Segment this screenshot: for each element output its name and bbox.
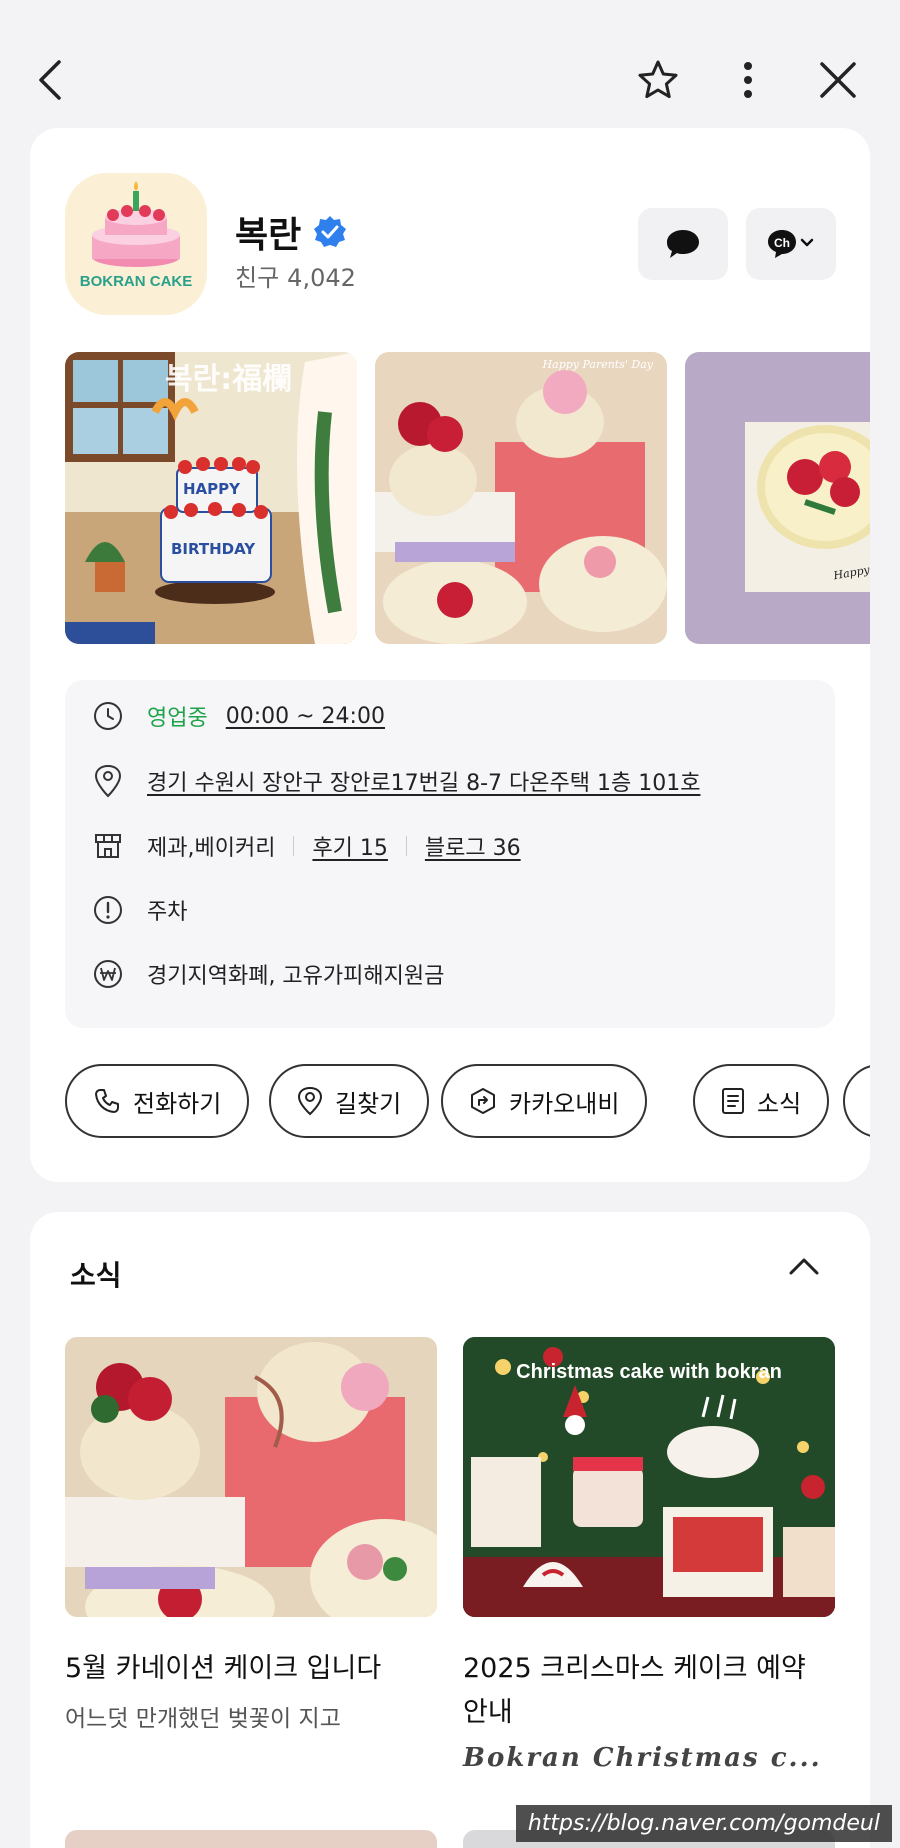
photo-gallery[interactable]: 복란:福欄 HAPPY BIRTHDAY Happy Parents' Day — [65, 352, 870, 644]
news-button[interactable]: 소식 — [693, 1064, 830, 1138]
chat-button[interactable] — [638, 208, 728, 280]
exclamation-icon — [91, 893, 125, 927]
business-hours[interactable]: 00:00 ~ 24:00 — [226, 704, 385, 729]
friends-count: 친구 4,042 — [235, 264, 356, 292]
verified-badge-icon — [314, 216, 347, 247]
post-subtitle: Bokran Christmas c... — [463, 1743, 822, 1773]
location-pin-icon — [297, 1086, 323, 1116]
cake-text-top: HAPPY — [183, 480, 241, 498]
payment-methods: 경기지역화폐, 고유가피해지원금 — [147, 964, 445, 989]
location-pin-icon — [91, 764, 125, 798]
close-icon[interactable] — [808, 50, 868, 110]
reservation-button[interactable] — [843, 1064, 870, 1138]
profile-card: BOKRAN CAKE 복란 친구 4,042 Ch 복란:福欄 HAPPY B… — [30, 128, 870, 1182]
more-options-icon[interactable] — [718, 50, 778, 110]
phone-icon — [95, 1089, 119, 1113]
favorite-star-icon[interactable] — [628, 50, 688, 110]
back-icon[interactable] — [20, 50, 80, 110]
divider — [405, 836, 407, 856]
post-subtitle: 어느덧 만개했던 벚꽃이 지고 — [65, 1706, 341, 1732]
news-label: 소식 — [757, 1089, 802, 1118]
avatar[interactable]: BOKRAN CAKE — [65, 173, 207, 315]
navigation-icon — [471, 1088, 495, 1114]
kakao-navi-button[interactable]: 카카오내비 — [441, 1064, 648, 1138]
gallery-photo-flower-cake[interactable]: Happy Parents' — [685, 352, 870, 644]
news-card: 소식 5월 카네이션 케이크 입니다 어느덧 만개했던 벚꽃이 지고 Chris… — [30, 1212, 870, 1848]
news-post[interactable]: 5월 카네이션 케이크 입니다 어느덧 만개했던 벚꽃이 지고 — [65, 1337, 437, 1733]
svg-text:Ch: Ch — [774, 236, 790, 250]
store-address[interactable]: 경기 수원시 장안구 장안로17번길 8-7 다온주택 1층 101호 — [147, 765, 700, 797]
post-thumbnail: Christmas cake with bokran — [463, 1337, 835, 1617]
clock-icon — [91, 699, 125, 733]
channel-chevron-icon: Ch — [768, 230, 814, 258]
call-button[interactable]: 전화하기 — [65, 1064, 250, 1138]
post-title: 2025 크리스마스 케이크 예약 안내 — [463, 1653, 806, 1728]
gallery-photo-birthday-cake[interactable]: 복란:福欄 HAPPY BIRTHDAY — [65, 352, 357, 644]
store-icon — [91, 829, 125, 863]
store-category: 제과,베이커리 — [147, 836, 276, 861]
profile-name-row: 복란 — [235, 206, 347, 258]
post-title: 5월 카네이션 케이크 입니다 — [65, 1653, 382, 1684]
payment-row: 경기지역화폐, 고유가피해지원금 — [91, 954, 444, 994]
action-buttons: 전화하기 길찾기 카카오내비 소식 — [65, 1064, 870, 1140]
speech-bubble-icon — [667, 230, 699, 258]
next-post-thumbnail-peek[interactable] — [65, 1830, 437, 1848]
divider — [293, 836, 295, 856]
gallery-photo-parents-day-cakes[interactable]: Happy Parents' Day — [375, 352, 667, 644]
gallery-overlay-text: Happy Parents' Day — [542, 358, 653, 371]
directions-button[interactable]: 길찾기 — [269, 1064, 430, 1138]
kakao-navi-label: 카카오내비 — [509, 1089, 620, 1118]
blog-link[interactable]: 블로그 36 — [425, 830, 521, 862]
category-row: 제과,베이커리 후기 15 블로그 36 — [91, 826, 521, 866]
reviews-link[interactable]: 후기 15 — [312, 830, 387, 862]
post-thumbnail — [65, 1337, 437, 1617]
gallery-overlay-text: 복란:福欄 — [165, 362, 293, 397]
call-label: 전화하기 — [133, 1089, 222, 1118]
news-section-title: 소식 — [70, 1259, 122, 1292]
channel-button[interactable]: Ch — [746, 208, 836, 280]
chevron-up-icon[interactable] — [788, 1256, 820, 1280]
address-row: 경기 수원시 장안구 장안로17번길 8-7 다온주택 1층 101호 — [91, 761, 700, 801]
cake-text-bottom: BIRTHDAY — [171, 540, 256, 558]
cake-logo-icon — [65, 173, 207, 315]
avatar-brand-text: BOKRAN CAKE — [79, 273, 193, 290]
won-currency-icon — [91, 957, 125, 991]
news-post[interactable]: Christmas cake with bokran 2025 크리스마스 케이… — [463, 1337, 835, 1773]
hours-row: 영업중 00:00 ~ 24:00 — [91, 696, 385, 736]
parking-info: 주차 — [147, 900, 188, 925]
open-status: 영업중 — [147, 706, 208, 731]
document-icon — [722, 1088, 744, 1114]
parking-row: 주차 — [91, 890, 187, 930]
watermark-text: https://blog.naver.com/gomdeul — [515, 1805, 892, 1842]
thumbnail-caption: Christmas cake with bokran — [516, 1361, 782, 1383]
store-info-box: 영업중 00:00 ~ 24:00 경기 수원시 장안구 장안로17번길 8-7… — [65, 680, 835, 1028]
profile-name: 복란 — [235, 215, 302, 256]
top-bar — [0, 0, 900, 128]
directions-label: 길찾기 — [335, 1089, 402, 1118]
